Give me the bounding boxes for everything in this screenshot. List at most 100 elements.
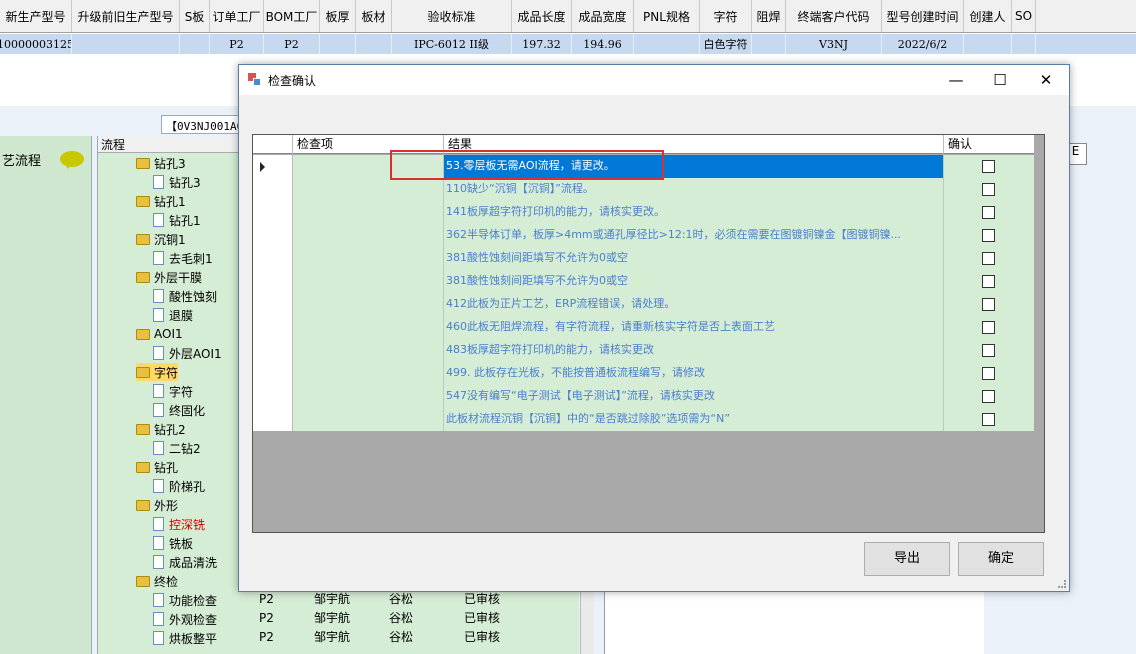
tree-node[interactable]: 终固化 [153,401,205,419]
row-header[interactable] [253,155,293,178]
top-table-cell[interactable]: 白色字符 [700,34,752,54]
tree-node[interactable]: 钻孔1 [153,211,201,229]
result-cell[interactable]: 499. 此板存在光板，不能按普通板流程编写，请修改 [444,362,944,385]
tree-node[interactable]: 烘板整平 [153,629,217,647]
top-table-cell[interactable] [634,34,700,54]
tree-node[interactable]: 外层AOI1 [153,344,222,362]
row-header[interactable] [253,270,293,293]
tree-node[interactable]: 退膜 [153,306,193,324]
tree-node[interactable]: 外观检查 [153,610,217,628]
row-header[interactable] [253,247,293,270]
row-header[interactable] [253,178,293,201]
check-item-cell[interactable] [293,178,444,201]
top-table-column-header[interactable]: 板材 [356,0,392,32]
check-item-cell[interactable] [293,385,444,408]
result-cell[interactable]: 110缺少“沉铜【沉铜】”流程。 [444,178,944,201]
top-table-cell[interactable]: P2 [264,34,320,54]
confirm-checkbox[interactable] [982,413,995,426]
top-table-cell[interactable] [1012,34,1036,54]
check-row[interactable]: 110缺少“沉铜【沉铜】”流程。 [253,178,1034,201]
top-table-column-header[interactable]: 成品长度 [512,0,572,32]
tree-node[interactable]: AOI1 [136,325,183,343]
top-table-cell[interactable] [752,34,786,54]
tree-node[interactable]: 铣板 [153,534,193,552]
tree-node[interactable]: 终检 [136,572,178,590]
check-item-cell[interactable] [293,270,444,293]
check-item-cell[interactable] [293,224,444,247]
confirm-checkbox[interactable] [982,321,995,334]
check-row[interactable]: 381酸性蚀刻间距填写不允许为0或空 [253,270,1034,293]
result-cell[interactable]: 381酸性蚀刻间距填写不允许为0或空 [444,247,944,270]
top-table-cell[interactable]: V3NJ [786,34,882,54]
tree-node[interactable]: 功能检查 [153,591,217,609]
top-table-column-header[interactable]: 升级前旧生产型号 [72,0,180,32]
row-header[interactable] [253,201,293,224]
top-table-column-header[interactable]: 字符 [700,0,752,32]
result-cell[interactable]: 141板厚超字符打印机的能力，请核实更改。 [444,201,944,224]
check-row[interactable]: 362半导体订单，板厚>4mm或通孔厚径比>12:1时，必须在需要在图镀铜镍金【… [253,224,1034,247]
row-header[interactable] [253,316,293,339]
check-item-cell[interactable] [293,339,444,362]
tree-node[interactable]: 酸性蚀刻 [153,287,217,305]
comment-icon[interactable] [60,151,84,169]
minimize-button[interactable]: — [933,65,979,95]
confirm-checkbox[interactable] [982,298,995,311]
check-item-cell[interactable] [293,362,444,385]
check-row[interactable]: 此板材流程沉铜【沉铜】中的“是否跳过除胶”选项需为“N” [253,408,1034,431]
top-table-column-header[interactable]: 型号创建时间 [882,0,964,32]
result-cell[interactable]: 此板材流程沉铜【沉铜】中的“是否跳过除胶”选项需为“N” [444,408,944,431]
top-table-cell[interactable]: 10000003125 [0,34,72,54]
tree-node[interactable]: 钻孔2 [136,420,186,438]
top-table-column-header[interactable]: S板 [180,0,210,32]
row-header[interactable] [253,362,293,385]
tree-node[interactable]: 钻孔1 [136,192,186,210]
check-row[interactable]: 141板厚超字符打印机的能力，请核实更改。 [253,201,1034,224]
tree-node[interactable]: 阶梯孔 [153,477,205,495]
top-table-cell[interactable]: 2022/6/2 [882,34,964,54]
top-table-cell[interactable] [356,34,392,54]
tree-node[interactable]: 成品清洗 [153,553,217,571]
top-table-column-header[interactable]: SO [1012,0,1036,32]
top-table-cell[interactable] [72,34,180,54]
top-table-cell[interactable]: 197.32 [512,34,572,54]
row-header[interactable] [253,339,293,362]
check-row[interactable]: 483板厚超字符打印机的能力，请核实更改 [253,339,1034,362]
top-table-column-header[interactable]: 终端客户代码 [786,0,882,32]
column-header-confirm[interactable]: 确认 [944,135,1034,154]
confirm-checkbox[interactable] [982,390,995,403]
tree-node[interactable]: 沉铜1 [136,230,186,248]
confirm-checkbox[interactable] [982,275,995,288]
tree-node[interactable]: 字符 [153,382,193,400]
result-cell[interactable]: 460此板无阻焊流程，有字符流程，请重新核实字符是否上表面工艺 [444,316,944,339]
tree-node[interactable]: 外形 [136,496,178,514]
check-row[interactable]: 547没有编写“电子测试【电子测试】”流程，请核实更改 [253,385,1034,408]
check-item-cell[interactable] [293,408,444,431]
ok-button[interactable]: 确定 [958,542,1044,576]
confirm-checkbox[interactable] [982,160,995,173]
check-item-cell[interactable] [293,201,444,224]
tree-node[interactable]: 钻孔3 [153,173,201,191]
top-table-cell[interactable] [964,34,1012,54]
check-row[interactable]: 381酸性蚀刻间距填写不允许为0或空 [253,247,1034,270]
result-cell[interactable]: 381酸性蚀刻间距填写不允许为0或空 [444,270,944,293]
tree-node[interactable]: 钻孔 [136,458,178,476]
row-header[interactable] [253,224,293,247]
confirm-checkbox[interactable] [982,252,995,265]
result-cell[interactable]: 483板厚超字符打印机的能力，请核实更改 [444,339,944,362]
resize-grip[interactable] [1058,580,1066,588]
tree-node[interactable]: 二钻2 [153,439,201,457]
top-table-column-header[interactable]: 创建人 [964,0,1012,32]
export-button[interactable]: 导出 [864,542,950,576]
check-item-cell[interactable] [293,293,444,316]
top-table-column-header[interactable]: PNL规格 [634,0,700,32]
top-table-column-header[interactable]: 板厚 [320,0,356,32]
check-item-cell[interactable] [293,316,444,339]
result-cell[interactable]: 547没有编写“电子测试【电子测试】”流程，请核实更改 [444,385,944,408]
record-tab[interactable]: 【0V3NJ001A0 [161,115,241,134]
top-table-column-header[interactable]: 订单工厂 [210,0,264,32]
top-table-column-header[interactable]: 阻焊 [752,0,786,32]
confirm-checkbox[interactable] [982,229,995,242]
confirm-checkbox[interactable] [982,183,995,196]
top-table-row[interactable]: 10000003125 P2 P2 IPC-6012 II级 197.32 194.96 白… [0,34,1136,54]
row-header[interactable] [253,385,293,408]
